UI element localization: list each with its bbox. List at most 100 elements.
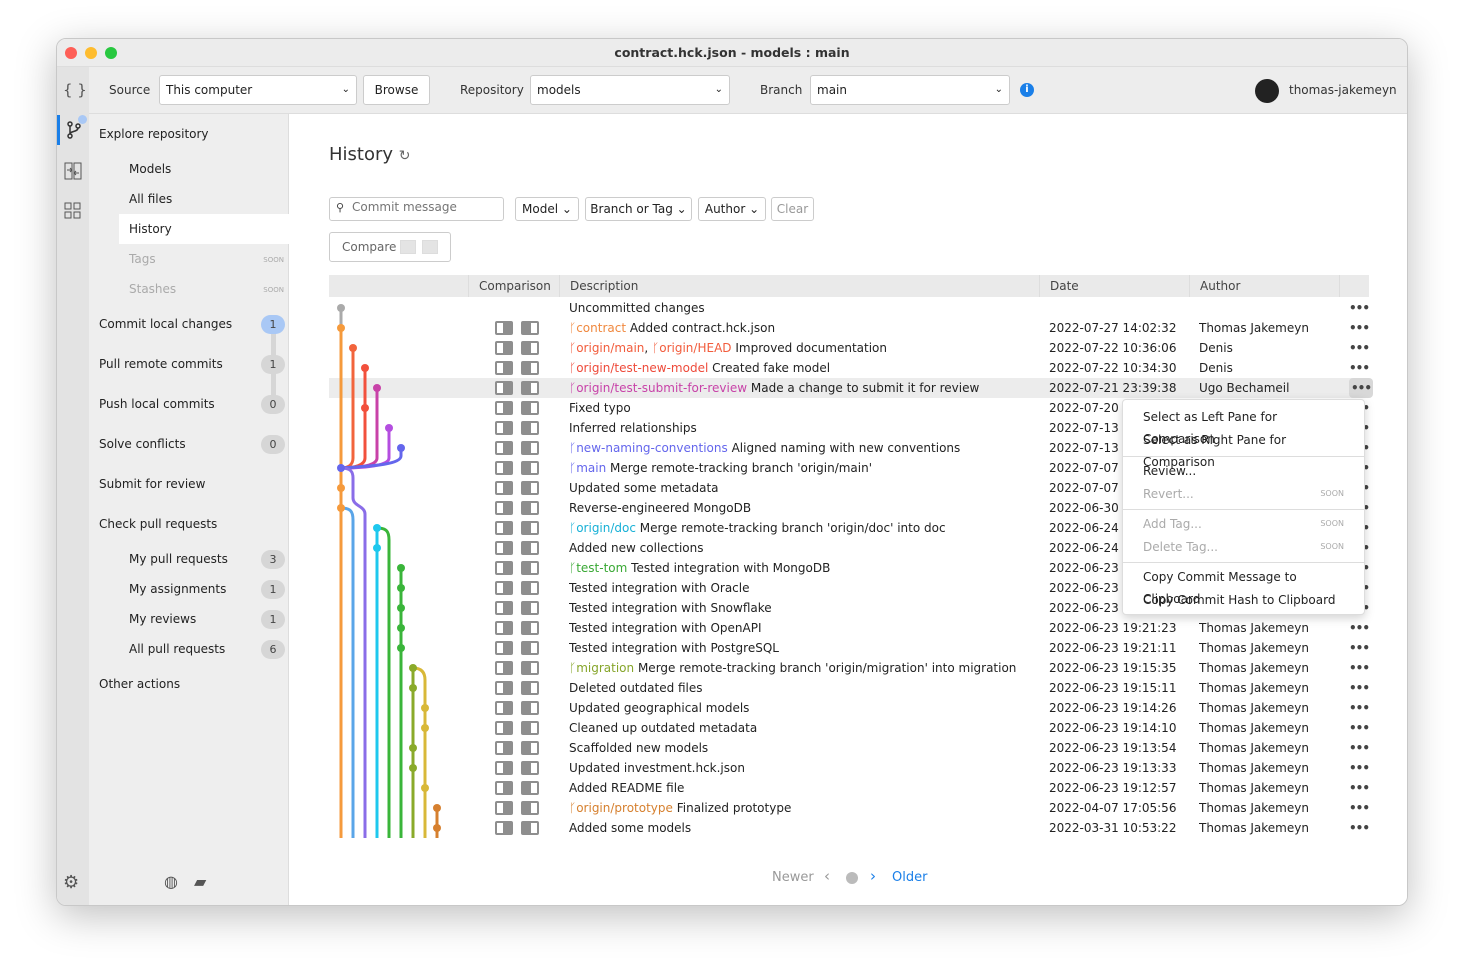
sidebar-item-models[interactable]: Models	[129, 162, 171, 176]
more-actions-icon[interactable]: •••	[1349, 298, 1370, 318]
select-right-pane-icon[interactable]	[521, 801, 539, 815]
table-row[interactable]: ᚴmigration Merge remote-tracking branch …	[329, 658, 1370, 678]
select-left-pane-icon[interactable]	[495, 781, 513, 795]
select-left-pane-icon[interactable]	[495, 421, 513, 435]
more-actions-icon[interactable]: •••	[1349, 778, 1370, 798]
minimize-window-button[interactable]	[85, 47, 97, 59]
sidebar-other-actions[interactable]: Other actions	[99, 677, 180, 691]
more-actions-icon[interactable]: •••	[1349, 798, 1370, 818]
select-right-pane-icon[interactable]	[521, 321, 539, 335]
branch-tag[interactable]: ᚴmigration	[569, 661, 634, 675]
more-actions-icon[interactable]: •••	[1349, 638, 1370, 658]
select-right-pane-icon[interactable]	[521, 721, 539, 735]
sidebar-action-pull[interactable]: Pull remote commits	[99, 357, 223, 371]
select-left-pane-icon[interactable]	[495, 701, 513, 715]
branch-tag[interactable]: ᚴnew-naming-conventions	[569, 441, 728, 455]
select-left-pane-icon[interactable]	[495, 741, 513, 755]
commit-message-search[interactable]: ⚲	[329, 197, 504, 221]
branch-tag[interactable]: ᚴorigin/doc	[569, 521, 636, 535]
select-right-pane-icon[interactable]	[521, 761, 539, 775]
browse-button[interactable]: Browse	[363, 75, 430, 105]
branch-tag-filter[interactable]: Branch or Tag ⌄	[585, 197, 692, 221]
commit-message-input[interactable]	[352, 200, 497, 214]
maximize-window-button[interactable]	[105, 47, 117, 59]
table-row[interactable]: Tested integration with PostgreSQL 2022-0…	[329, 638, 1370, 658]
sidebar-action-solve-conflicts[interactable]: Solve conflicts	[99, 437, 186, 451]
more-actions-icon[interactable]: •••	[1349, 338, 1370, 358]
select-right-pane-icon[interactable]	[521, 681, 539, 695]
table-row[interactable]: Added README file 2022-06-23 19:12:57 Thom…	[329, 778, 1370, 798]
menu-select-right[interactable]: Select as Right Pane for Comparison	[1143, 429, 1344, 469]
more-actions-icon[interactable]: •••	[1349, 618, 1370, 638]
more-actions-icon[interactable]: •••	[1349, 678, 1370, 698]
table-row[interactable]: Deleted outdated files 2022-06-23 19:15:1…	[329, 678, 1370, 698]
table-row[interactable]: Uncommitted changes •••	[329, 298, 1370, 318]
select-left-pane-icon[interactable]	[495, 621, 513, 635]
grid-icon[interactable]	[64, 202, 82, 223]
chevron-left-icon[interactable]: ‹	[824, 867, 830, 885]
sidebar-action-push[interactable]: Push local commits	[99, 397, 215, 411]
branch-tag[interactable]: ᚴorigin/main	[569, 341, 644, 355]
chevron-right-icon[interactable]: ›	[870, 867, 876, 885]
sidebar-item-history[interactable]: History	[119, 214, 289, 244]
select-right-pane-icon[interactable]	[521, 581, 539, 595]
select-left-pane-icon[interactable]	[495, 521, 513, 535]
more-actions-icon[interactable]: •••	[1349, 378, 1374, 398]
table-row[interactable]: Updated geographical models 2022-06-23 19…	[329, 698, 1370, 718]
branch-tag[interactable]: ᚴorigin/prototype	[569, 801, 673, 815]
select-left-pane-icon[interactable]	[495, 581, 513, 595]
git-branch-icon[interactable]	[66, 121, 82, 142]
sidebar-action-commit[interactable]: Commit local changes	[99, 317, 232, 331]
select-right-pane-icon[interactable]	[521, 341, 539, 355]
more-actions-icon[interactable]: •••	[1349, 658, 1370, 678]
select-left-pane-icon[interactable]	[495, 761, 513, 775]
compare-icon[interactable]	[64, 162, 82, 183]
menu-copy-hash[interactable]: Copy Commit Hash to Clipboard	[1143, 589, 1344, 611]
select-left-pane-icon[interactable]	[495, 721, 513, 735]
username[interactable]: thomas-jakemeyn	[1289, 83, 1397, 97]
select-left-pane-icon[interactable]	[495, 541, 513, 555]
select-left-pane-icon[interactable]	[495, 681, 513, 695]
table-row[interactable]: ᚴorigin/test-new-model Created fake mode…	[329, 358, 1370, 378]
sidebar-action-check-prs[interactable]: Check pull requests	[99, 517, 217, 531]
select-right-pane-icon[interactable]	[521, 521, 539, 535]
more-actions-icon[interactable]: •••	[1349, 758, 1370, 778]
source-select[interactable]: This computer ⌄	[159, 75, 357, 105]
sidebar-explore-repository[interactable]: Explore repository	[99, 127, 209, 141]
table-row[interactable]: Updated investment.hck.json 2022-06-23 19…	[329, 758, 1370, 778]
sidebar-action-submit-review[interactable]: Submit for review	[99, 477, 205, 491]
more-actions-icon[interactable]: •••	[1349, 358, 1370, 378]
sidebar-item-all-prs[interactable]: All pull requests	[129, 642, 225, 656]
branch-tag[interactable]: ᚴtest-tom	[569, 561, 627, 575]
clear-button[interactable]: Clear	[771, 197, 814, 221]
select-right-pane-icon[interactable]	[521, 821, 539, 835]
select-left-pane-icon[interactable]	[495, 821, 513, 835]
select-right-pane-icon[interactable]	[521, 461, 539, 475]
select-right-pane-icon[interactable]	[521, 741, 539, 755]
table-row[interactable]: Tested integration with OpenAPI 2022-06-2…	[329, 618, 1370, 638]
select-left-pane-icon[interactable]	[495, 481, 513, 495]
more-actions-icon[interactable]: •••	[1349, 318, 1370, 338]
compare-button[interactable]: Compare	[329, 232, 451, 262]
select-left-pane-icon[interactable]	[495, 641, 513, 655]
branch-tag[interactable]: ᚴmain	[569, 461, 606, 475]
more-actions-icon[interactable]: •••	[1349, 818, 1370, 838]
select-right-pane-icon[interactable]	[521, 361, 539, 375]
select-left-pane-icon[interactable]	[495, 601, 513, 615]
more-actions-icon[interactable]: •••	[1349, 738, 1370, 758]
sidebar-item-my-assignments[interactable]: My assignments	[129, 582, 226, 596]
more-actions-icon[interactable]: •••	[1349, 698, 1370, 718]
select-left-pane-icon[interactable]	[495, 401, 513, 415]
table-row[interactable]: ᚴcontract Added contract.hck.json 2022-07…	[329, 318, 1370, 338]
newer-link[interactable]: Newer	[772, 870, 814, 885]
select-right-pane-icon[interactable]	[521, 661, 539, 675]
select-left-pane-icon[interactable]	[495, 441, 513, 455]
json-braces-icon[interactable]: { }	[63, 81, 87, 99]
branch-tag[interactable]: ᚴorigin/HEAD	[652, 341, 731, 355]
sidebar-item-my-reviews[interactable]: My reviews	[129, 612, 196, 626]
refresh-icon[interactable]: ↻	[399, 148, 411, 164]
select-left-pane-icon[interactable]	[495, 341, 513, 355]
info-icon[interactable]: i	[1020, 83, 1034, 97]
model-filter[interactable]: Model ⌄	[515, 197, 579, 221]
table-row[interactable]: ᚴorigin/prototype Finalized prototype 202…	[329, 798, 1370, 818]
